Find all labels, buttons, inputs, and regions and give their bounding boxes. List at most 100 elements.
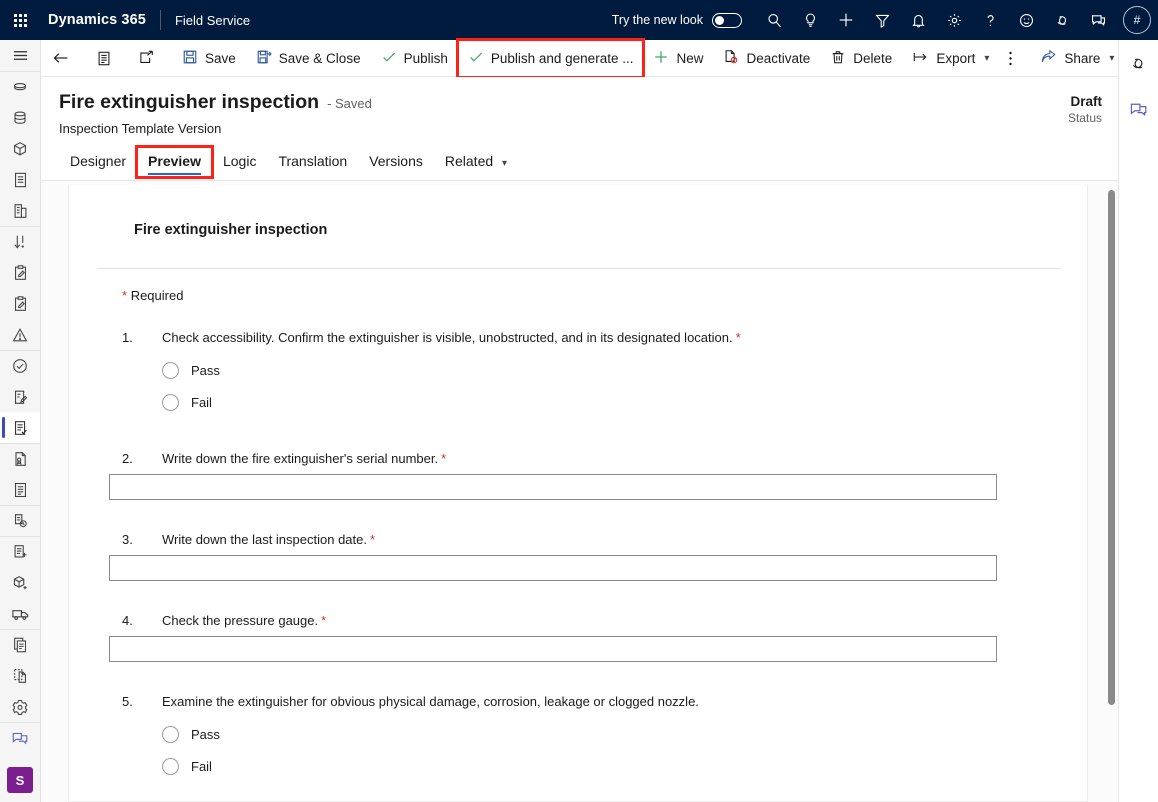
deactivate-button[interactable]: Deactivate xyxy=(713,40,820,77)
chat-icon[interactable] xyxy=(1119,86,1158,132)
radio-label: Fail xyxy=(191,395,212,410)
check-icon xyxy=(468,49,484,68)
site-map-rail: S xyxy=(0,40,41,802)
tab-preview[interactable]: Preview xyxy=(135,145,214,179)
inspection-template-icon[interactable] xyxy=(0,412,40,443)
truck-icon[interactable] xyxy=(0,598,40,629)
radio-option-fail[interactable]: Fail xyxy=(162,394,212,411)
form-selector-button[interactable] xyxy=(87,40,121,77)
radio-option-pass[interactable]: Pass xyxy=(162,726,220,743)
document-list-icon[interactable] xyxy=(0,164,40,195)
site-map-hamburger-icon[interactable] xyxy=(0,40,40,71)
try-new-look-toggle-group[interactable]: Try the new look xyxy=(611,12,742,28)
warning-triangle-icon[interactable] xyxy=(0,319,40,350)
form-heading: Fire extinguisher inspection xyxy=(134,222,328,238)
database-icon[interactable] xyxy=(0,102,40,133)
save-and-close-button[interactable]: Save & Close xyxy=(246,40,371,77)
user-profile-tile[interactable]: S xyxy=(7,767,33,793)
radio-icon[interactable] xyxy=(162,362,179,379)
radio-icon[interactable] xyxy=(162,758,179,775)
smiley-icon[interactable] xyxy=(1008,0,1044,40)
radio-icon[interactable] xyxy=(162,726,179,743)
new-button[interactable]: New xyxy=(643,40,713,77)
clipboard-pen-icon[interactable] xyxy=(0,381,40,412)
user-avatar[interactable]: # xyxy=(1116,0,1158,40)
copilot-icon[interactable] xyxy=(1044,0,1080,40)
chat-icon[interactable] xyxy=(1080,0,1116,40)
record-entity-label: Inspection Template Version xyxy=(59,121,222,136)
chevron-down-icon[interactable]: ▾ xyxy=(1109,53,1114,64)
copy-document-icon[interactable] xyxy=(0,629,40,660)
tab-translation[interactable]: Translation xyxy=(267,147,358,177)
chat-icon[interactable] xyxy=(0,722,40,753)
recent-icon[interactable] xyxy=(0,71,40,102)
clipboard-edit-icon[interactable] xyxy=(0,257,40,288)
active-tab-underline xyxy=(148,173,201,175)
sort-down-icon[interactable] xyxy=(0,226,40,257)
last-inspection-date-input[interactable] xyxy=(109,555,997,581)
publish-and-generate-button[interactable]: Publish and generate ... xyxy=(455,37,646,79)
document-add-icon[interactable] xyxy=(0,536,40,567)
try-new-look-label: Try the new look xyxy=(611,13,703,27)
cube-icon[interactable] xyxy=(0,133,40,164)
open-in-new-window-button[interactable] xyxy=(129,40,164,77)
tab-related[interactable]: Related ▾ xyxy=(434,147,518,177)
search-icon[interactable] xyxy=(756,0,792,40)
clipboard-edit-alt-icon[interactable] xyxy=(0,288,40,319)
package-add-icon[interactable] xyxy=(0,567,40,598)
share-button[interactable]: Share ▾ xyxy=(1030,40,1124,77)
check-circle-icon[interactable] xyxy=(0,350,40,381)
chevron-down-icon[interactable]: ▾ xyxy=(984,53,989,64)
publish-button[interactable]: Publish xyxy=(371,40,458,77)
chevron-down-icon[interactable]: ▾ xyxy=(502,158,507,169)
back-button[interactable] xyxy=(43,40,79,77)
pressure-gauge-input[interactable] xyxy=(109,636,997,662)
new-label: New xyxy=(676,50,704,66)
dashed-document-icon[interactable] xyxy=(0,660,40,691)
brand-title: Dynamics 365 xyxy=(48,12,146,28)
radio-option-fail[interactable]: Fail xyxy=(162,758,212,775)
save-button[interactable]: Save xyxy=(172,40,246,77)
tab-designer[interactable]: Designer xyxy=(59,147,137,177)
radio-label: Fail xyxy=(191,759,212,774)
tab-versions[interactable]: Versions xyxy=(358,147,434,177)
building-document-icon[interactable] xyxy=(0,195,40,226)
bell-icon[interactable] xyxy=(900,0,936,40)
page-title: Fire extinguisher inspection xyxy=(59,91,320,113)
required-asterisk: * xyxy=(441,451,447,466)
tab-label: Related xyxy=(444,153,494,169)
lightbulb-icon[interactable] xyxy=(792,0,828,40)
deactivate-label: Deactivate xyxy=(746,50,811,66)
right-side-panel-rail xyxy=(1118,40,1158,802)
more-commands-button[interactable] xyxy=(999,40,1022,77)
gear-icon[interactable] xyxy=(936,0,972,40)
delete-button[interactable]: Delete xyxy=(820,40,902,77)
certificate-document-icon[interactable] xyxy=(0,443,40,474)
app-name-label[interactable]: Field Service xyxy=(175,13,250,28)
question-icon[interactable] xyxy=(972,0,1008,40)
app-launcher-icon[interactable] xyxy=(0,0,40,40)
content-vertical-scrollbar[interactable] xyxy=(1104,181,1118,802)
radio-icon[interactable] xyxy=(162,394,179,411)
serial-number-input[interactable] xyxy=(109,474,997,500)
save-label: Save xyxy=(205,50,236,66)
question-label: Write down the last inspection date. xyxy=(162,532,367,547)
document-lines-icon[interactable] xyxy=(0,474,40,505)
question-text: Examine the extinguisher for obvious phy… xyxy=(162,694,699,709)
question-number: 4. xyxy=(122,613,133,628)
export-button[interactable]: Export ▾ xyxy=(902,40,999,77)
try-new-look-toggle[interactable] xyxy=(712,12,742,28)
tab-logic[interactable]: Logic xyxy=(212,147,267,177)
scrollbar-thumb[interactable] xyxy=(1108,190,1115,705)
gear-icon[interactable] xyxy=(0,691,40,722)
radio-option-pass[interactable]: Pass xyxy=(162,362,220,379)
tab-label: Designer xyxy=(70,153,127,169)
document-clock-icon[interactable] xyxy=(0,505,40,536)
filter-icon[interactable] xyxy=(864,0,900,40)
share-label: Share xyxy=(1064,50,1101,66)
question-number: 3. xyxy=(122,532,133,547)
export-label: Export xyxy=(936,50,976,66)
brand-divider xyxy=(159,10,161,30)
required-asterisk: * xyxy=(735,330,741,345)
plus-icon[interactable] xyxy=(828,0,864,40)
